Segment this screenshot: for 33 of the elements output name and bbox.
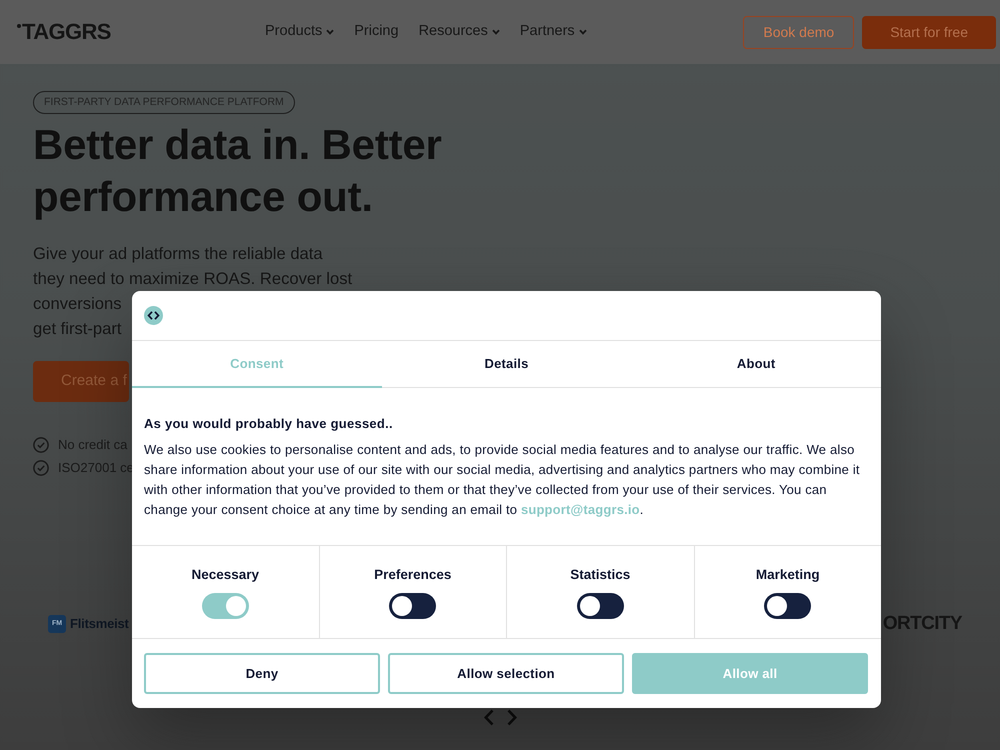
hero-text-line: get first-part (33, 318, 122, 340)
toggle-switch[interactable] (202, 593, 249, 619)
dialog-heading: As you would probably have guessed.. (144, 415, 394, 433)
hero-text-line: conversions (33, 293, 122, 315)
category-label: Statistics (570, 566, 630, 584)
category-label: Marketing (756, 566, 820, 584)
toggle-switch[interactable] (764, 593, 812, 619)
header-button[interactable]: Start for free (862, 16, 996, 48)
check-circle-icon (33, 460, 49, 476)
consent-paragraph: We also use cookies to personalise content and ads, to provide social media features and to analyse our traffic. We also share information about your use of our site with our social media, advertising and analytics partners who may combine it with other information that you’ve provided to them or that they’ve collected from your use of their services. You can change your consent choice at any time by sending an email to support@taggrs.io. (144, 441, 861, 519)
tab[interactable]: About (631, 341, 881, 388)
nav-link[interactable]: Products (265, 21, 334, 43)
hero-text-line: they need to maximize ROAS. Recover lost (33, 268, 352, 290)
nav-link[interactable]: Resources (418, 21, 500, 43)
category-label: Preferences (374, 566, 452, 584)
nav-link[interactable]: Pricing (354, 21, 399, 43)
hero-text-line: Give your ad platforms the reliable data (33, 243, 323, 265)
dialog-button[interactable]: Deny (144, 653, 380, 694)
category-label: Necessary (191, 566, 260, 584)
hero-heading: Better data in. Better performance out. (33, 120, 443, 222)
email-link[interactable]: support@taggrs.io (520, 502, 640, 517)
dot-icon (17, 24, 21, 28)
tab[interactable]: Consent (132, 341, 382, 388)
toggle-switch[interactable] (576, 593, 624, 619)
brackets-icon (144, 306, 163, 325)
dialog-button[interactable]: Allow selection (388, 653, 624, 694)
toggle-switch[interactable] (389, 593, 436, 619)
logo-wordmark[interactable]: TAGGRS (22, 21, 111, 43)
header-button[interactable]: Book demo (743, 16, 854, 48)
nav-link[interactable]: Partners (520, 21, 587, 43)
dialog-button[interactable]: Allow all (632, 653, 868, 694)
tab[interactable]: Details (382, 341, 632, 388)
check-circle-icon (33, 436, 49, 452)
